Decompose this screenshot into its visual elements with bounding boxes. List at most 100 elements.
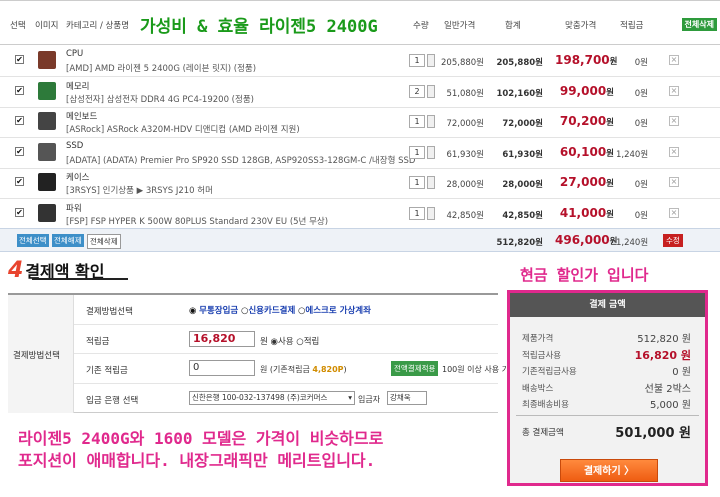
radio-credit-card[interactable]: ○신용카드결제 [241,306,295,316]
item-fit-price: 99,000원 [559,83,614,98]
product-thumbnail [38,203,56,222]
item-checkbox[interactable]: ✔ [15,85,24,95]
bank-row: 입금 은행 선택 신한은행 100-032-137498 (주)코커머스 ▾ 입금… [74,384,498,414]
method-row: 결제방법선택 ◉ 무통장입금 ○신용카드결제 ○에스크로 가상계좌 [74,295,498,325]
qty-stepper[interactable] [427,206,435,220]
col-select: 선택 [10,21,26,31]
item-fit-price: 70,200원 [559,114,614,128]
section-underline [32,278,128,280]
select-all-button[interactable]: 전체선택 [17,234,49,247]
base-points-input[interactable]: 0 [189,360,255,376]
col-qty: 수량 [413,21,429,31]
payment-table: 결제방법선택 결제방법선택 ◉ 무통장입금 ○신용카드결제 ○에스크로 가상계좌… [8,293,516,414]
qty-stepper[interactable] [427,54,435,67]
item-sum: 72,000원 [502,119,543,129]
remove-item-icon[interactable]: × [669,85,679,96]
box-row-value: 16,820 원 [634,348,691,362]
radio-use[interactable]: ◉사용 [271,337,294,347]
discount-hint: 현금 할인가 입니다 [520,266,649,284]
col-image: 이미지 [35,21,59,31]
qty-stepper[interactable] [427,145,435,159]
box-row-value: 선불 2박스 [644,383,691,395]
qty-input[interactable]: 1 [409,54,425,67]
apply-all-points-button[interactable]: 전액결제적용 [391,361,439,376]
qty-stepper[interactable] [427,176,435,189]
item-points: 0원 [634,210,648,221]
qty-stepper[interactable] [427,115,435,128]
table-row: ✔ 파워 [FSP] FSP HYPER K 500W 80PLUS Stand… [0,198,720,230]
item-fit-price: 198,700원 [555,53,618,67]
bank-select[interactable]: 신한은행 100-032-137498 (주)코커머스 ▾ [189,390,355,405]
item-category: 케이스 [66,173,90,183]
deselect-all-button[interactable]: 전체해제 [52,234,84,247]
remove-item-icon[interactable]: × [669,55,679,65]
box-row-label: 배송박스 [522,383,554,394]
depositor-input[interactable]: 강채욱 [387,390,427,405]
points-row: 적립금 16,820 원 ◉사용 ○적립 [74,325,498,354]
remove-item-icon[interactable]: × [669,146,679,157]
item-category: CPU [66,49,84,59]
box-row-label: 제품가격 [522,334,554,344]
item-description[interactable]: [3RSYS] 인기상품 ▶ 3RSYS J210 허머 [66,184,213,196]
remove-item-icon[interactable]: × [669,207,679,218]
item-normal-price: 51,080원 [446,88,484,99]
total-label: 총 결제금액 [522,428,564,438]
item-checkbox[interactable]: ✔ [15,55,24,64]
radio-accumulate[interactable]: ○적립 [296,337,319,347]
item-description[interactable]: [ADATA] (ADATA) Premier Pro SP920 SSD 12… [66,154,415,166]
radio-escrow[interactable]: ○에스크로 가상계좌 [298,306,371,316]
summary-fit: 496,000원 [555,233,618,247]
item-sum: 42,850원 [502,210,543,221]
delete-selected-button[interactable]: 전체삭제 [87,234,121,249]
table-row: ✔ CPU [AMD] AMD 라이젠 5 2400G (레이븐 릿지) (정품… [0,45,720,77]
review-note: 라이젠5 2400G와 1600 모델은 가격이 비슷하므로 포지션이 애매합니다… [18,429,384,470]
item-points: 1,240원 [616,149,649,160]
item-category: 메인보드 [66,112,98,122]
qty-input[interactable]: 2 [409,84,425,98]
delete-all-button[interactable]: 전체삭제 [681,18,717,31]
pay-button[interactable]: 결제하기 〉 [560,459,658,482]
qty-input[interactable]: 1 [409,115,425,128]
item-fit-price: 60,100원 [559,144,614,159]
item-description[interactable]: [삼성전자] 삼성전자 DDR4 4G PC4-19200 (정품) [66,93,254,105]
qty-stepper[interactable] [427,84,435,98]
item-checkbox[interactable]: ✔ [15,146,24,156]
radio-bank-transfer[interactable]: ◉ 무통장입금 [189,306,238,316]
remove-item-icon[interactable]: × [669,177,679,187]
col-category: 카테고리 / 상품명 [66,21,130,31]
qty-input[interactable]: 1 [409,145,425,159]
item-category: 메모리 [66,81,90,92]
qty-input[interactable]: 1 [409,206,425,220]
item-description[interactable]: [AMD] AMD 라이젠 5 2400G (레이븐 릿지) (정품) [66,62,256,74]
summary-points: 1,240원 [616,238,649,248]
item-points: 0원 [634,88,648,99]
table-row: ✔ 케이스 [3RSYS] 인기상품 ▶ 3RSYS J210 허머 1 28,… [0,167,720,199]
item-checkbox[interactable]: ✔ [15,207,24,217]
qty-input[interactable]: 1 [409,176,425,189]
table-row: ✔ 메모리 [삼성전자] 삼성전자 DDR4 4G PC4-19200 (정품)… [0,76,720,108]
item-description[interactable]: [FSP] FSP HYPER K 500W 80PLUS Standard 2… [66,215,328,227]
product-thumbnail [38,51,56,69]
item-description[interactable]: [ASRock] ASRock A320M-HDV 디앤디컴 (AMD 라이젠 … [66,123,300,135]
item-checkbox[interactable]: ✔ [15,177,24,186]
table-row: ✔ 메인보드 [ASRock] ASRock A320M-HDV 디앤디컴 (A… [0,106,720,138]
product-thumbnail [38,173,56,191]
item-category: 파워 [66,203,82,214]
item-fit-price: 27,000원 [559,175,614,189]
points-input[interactable]: 16,820 [189,330,255,347]
remove-item-icon[interactable]: × [669,116,679,126]
edit-button[interactable]: 수정 [663,234,683,247]
product-thumbnail [38,112,56,130]
item-sum: 102,160원 [496,88,543,99]
summary-sum: 512,820원 [496,238,543,248]
item-sum: 205,880원 [496,58,543,68]
item-points: 0원 [634,180,648,190]
box-row-value: 0 원 [672,367,691,378]
item-normal-price: 61,930원 [446,149,484,160]
payment-box-title: 결제 금액 [510,293,705,317]
cart-header: 선택 이미지 카테고리 / 상품명 가성비 & 효율 라이젠5 2400G 수량… [0,0,720,45]
item-fit-price: 41,000원 [559,205,614,220]
item-normal-price: 205,880원 [441,58,484,68]
item-checkbox[interactable]: ✔ [15,116,24,125]
col-points: 적립금 [620,21,644,31]
